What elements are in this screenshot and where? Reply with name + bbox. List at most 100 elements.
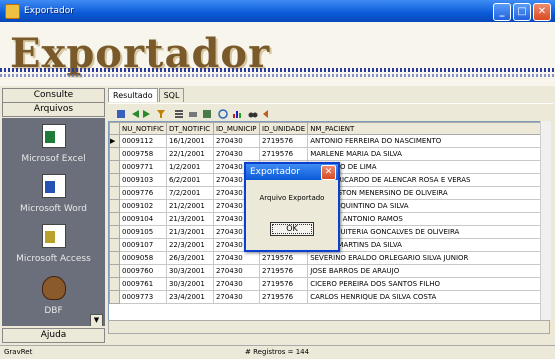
- grid-horizontal-scrollbar[interactable]: [108, 320, 550, 334]
- arquivos-button[interactable]: Arquivos: [2, 102, 105, 117]
- table-cell: 0009058: [119, 251, 167, 265]
- ajuda-button[interactable]: Ajuda: [2, 328, 105, 343]
- row-selector[interactable]: [109, 199, 120, 213]
- table-cell: 2719576: [259, 147, 309, 161]
- table-cell: 0009771: [119, 160, 167, 174]
- print-icon[interactable]: [188, 109, 198, 119]
- maximize-button[interactable]: □: [513, 3, 531, 21]
- table-cell: 0009102: [119, 199, 167, 213]
- table-cell: 270430: [213, 134, 260, 148]
- table-cell: 1/2/2001: [166, 160, 214, 174]
- table-row[interactable]: ▶ 0009112 16/1/2001 270430 2719576 ANTONIO FE…: [109, 134, 549, 148]
- table-cell: 270430: [213, 264, 260, 278]
- row-selector[interactable]: [109, 212, 120, 226]
- dialog-close-button[interactable]: ✕: [321, 165, 336, 180]
- column-header[interactable]: ID_MUNICIP: [212, 122, 260, 135]
- row-selector[interactable]: [109, 186, 120, 200]
- table-row[interactable]: 0009058 26/3/2001 270430 2719576 SEVERINO ER…: [109, 251, 549, 265]
- dialog-title-bar[interactable]: Exportador ✕: [246, 164, 338, 180]
- tab-sql[interactable]: SQL: [158, 88, 185, 102]
- chart-icon[interactable]: [232, 109, 242, 119]
- dbf-export[interactable]: DBF: [2, 276, 105, 316]
- row-selector[interactable]: [109, 264, 120, 278]
- column-header[interactable]: ID_UNIDADE: [258, 122, 309, 135]
- table-cell: 2719576: [259, 134, 309, 148]
- minimize-button[interactable]: _: [493, 3, 511, 21]
- title-bar[interactable]: Exportador _ □ ✕: [0, 0, 555, 22]
- table-row[interactable]: 0009760 30/3/2001 270430 2719576 JOSE BARROS…: [109, 264, 549, 278]
- table-cell: 0009103: [119, 173, 167, 187]
- table-cell: CARLOS HENRIQUE DA SILVA COSTA: [307, 290, 549, 304]
- access-export[interactable]: Microsoft Access: [2, 224, 105, 264]
- left-nav: Consulte Arquivos Microsof Excel Microso…: [2, 88, 105, 343]
- status-left: GravRet: [4, 348, 33, 356]
- table-cell: 16/1/2001: [166, 134, 214, 148]
- table-cell: 30/3/2001: [166, 264, 214, 278]
- row-selector[interactable]: [109, 173, 120, 187]
- table-cell: MARCOS ANTONIO RAMOS: [307, 212, 549, 226]
- row-selector[interactable]: [109, 290, 120, 304]
- table-cell: MIRIAN MARTINS DA SILVA: [307, 238, 549, 252]
- table-cell: 21/3/2001: [166, 225, 214, 239]
- dialog-title: Exportador: [250, 167, 300, 177]
- column-header[interactable]: NU_NOTIFIC: [119, 122, 167, 135]
- find-icon[interactable]: [248, 109, 258, 119]
- exit-icon[interactable]: [262, 109, 272, 119]
- row-selector[interactable]: [109, 160, 120, 174]
- table-cell: 0009107: [119, 238, 167, 252]
- table-cell: 270430: [213, 277, 260, 291]
- row-selector[interactable]: [109, 225, 120, 239]
- table-cell: 0009104: [119, 212, 167, 226]
- ok-button[interactable]: OK: [270, 222, 314, 236]
- table-cell: 21/3/2001: [166, 212, 214, 226]
- export-targets-panel: Microsof Excel Microsoft Word Microsoft …: [2, 118, 105, 326]
- table-cell: 22/1/2001: [166, 147, 214, 161]
- table-cell: 7/2/2001: [166, 186, 214, 200]
- table-row[interactable]: 0009773 23/4/2001 270430 2719576 CARLOS HENR…: [109, 290, 549, 304]
- table-row[interactable]: 0009761 30/3/2001 270430 2719576 CICERO PERE…: [109, 277, 549, 291]
- close-button[interactable]: ✕: [533, 3, 551, 21]
- table-cell: 2719576: [259, 290, 309, 304]
- refresh-icon[interactable]: [218, 109, 228, 119]
- word-export[interactable]: Microsoft Word: [2, 174, 105, 214]
- export-dialog: Exportador ✕ Arquivo Exportado OK: [244, 162, 340, 252]
- tab-resultado[interactable]: Resultado: [108, 88, 158, 102]
- table-cell: JOSE BARROS DE ARAUJO: [307, 264, 549, 278]
- table-cell: 30/3/2001: [166, 277, 214, 291]
- row-selector[interactable]: [109, 251, 120, 265]
- row-selector[interactable]: [109, 147, 120, 161]
- main-window: Exportador _ □ ✕ Exportador Consulte Arq…: [0, 0, 555, 359]
- banner: Exportador: [0, 22, 555, 86]
- table-cell: 2719576: [259, 277, 309, 291]
- row-selector[interactable]: [109, 238, 120, 252]
- grid-vertical-scrollbar[interactable]: [540, 121, 551, 320]
- table-cell: 270430: [213, 147, 260, 161]
- column-header[interactable]: NM_PACIENT: [307, 122, 549, 135]
- app-icon: [5, 3, 20, 19]
- table-cell: MARIA QUITERIA GONCALVES DE OLIVEIRA: [307, 225, 549, 239]
- table-cell: 22/3/2001: [166, 238, 214, 252]
- table-row[interactable]: 0009758 22/1/2001 270430 2719576 MARLENE MAR…: [109, 147, 549, 161]
- save-icon[interactable]: [116, 109, 126, 119]
- first-record-icon[interactable]: [130, 109, 140, 119]
- table-cell: 0009112: [119, 134, 167, 148]
- table-cell: 0009773: [119, 290, 167, 304]
- table-cell: 0009776: [119, 186, 167, 200]
- excel-export[interactable]: Microsof Excel: [2, 124, 105, 164]
- panel-scroll-down-button[interactable]: ▼: [90, 314, 103, 326]
- column-header[interactable]: DT_NOTIFIC: [165, 122, 214, 135]
- access-icon: [41, 224, 66, 248]
- list-icon[interactable]: [174, 109, 184, 119]
- access-label: Microsoft Access: [16, 254, 91, 264]
- word-icon: [41, 174, 66, 198]
- table-cell: 26/3/2001: [166, 251, 214, 265]
- preview-icon[interactable]: [202, 109, 212, 119]
- table-cell: 0009760: [119, 264, 167, 278]
- row-selector[interactable]: ▶: [109, 134, 120, 148]
- filter-icon[interactable]: [156, 109, 166, 119]
- consulte-button[interactable]: Consulte: [2, 88, 105, 103]
- table-cell: JAILSON QUINTINO DA SILVA: [307, 199, 549, 213]
- row-selector[interactable]: [109, 277, 120, 291]
- row-selector-header: [109, 122, 120, 135]
- next-record-icon[interactable]: [142, 109, 152, 119]
